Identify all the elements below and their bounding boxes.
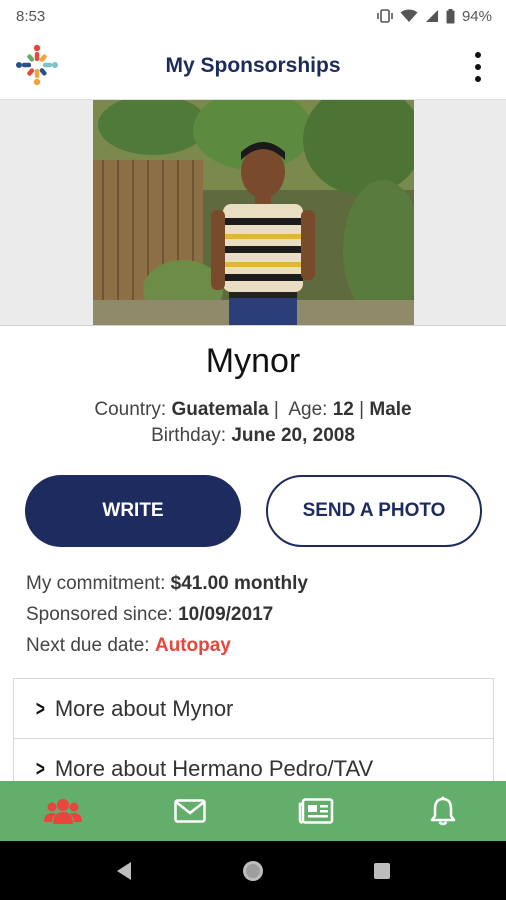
- signal-icon: [425, 9, 439, 23]
- next-due-value: Autopay: [154, 635, 231, 656]
- photo-area: [0, 100, 506, 326]
- child-photo: [93, 100, 414, 325]
- sponsored-since-label: Sponsored since:: [26, 604, 173, 625]
- battery-icon: [446, 8, 455, 24]
- vibrate-icon: [377, 9, 393, 23]
- commitment-line: My commitment: $41.00 monthly: [26, 573, 308, 595]
- send-photo-button[interactable]: SEND A PHOTO: [266, 475, 482, 547]
- home-icon[interactable]: [233, 851, 273, 891]
- app-bar: My Sponsorships: [0, 32, 506, 100]
- sponsorships-icon[interactable]: [33, 781, 93, 841]
- app-logo-icon: [12, 40, 62, 90]
- list-item-label: More about Hermano Pedro/TAV: [54, 755, 374, 781]
- news-icon[interactable]: [286, 781, 346, 841]
- overflow-menu-icon[interactable]: [466, 50, 490, 84]
- age-value: 12: [332, 399, 354, 420]
- commitment-value: $41.00 monthly: [170, 573, 308, 594]
- system-nav: [0, 841, 506, 900]
- sponsored-since-value: 10/09/2017: [178, 604, 274, 625]
- back-icon[interactable]: [104, 851, 144, 891]
- country-label: Country:: [94, 399, 167, 420]
- birthday-label: Birthday:: [151, 425, 227, 446]
- child-name: Mynor: [205, 342, 301, 380]
- country-value: Guatemala: [171, 399, 269, 420]
- commitment-label: My commitment:: [26, 573, 166, 594]
- recents-icon[interactable]: [362, 851, 402, 891]
- status-bar: 8:53 94%: [0, 0, 506, 32]
- chevron-right-icon: >: [35, 755, 45, 781]
- status-icons: 94%: [377, 8, 492, 25]
- gender-value: Male: [369, 399, 412, 420]
- birthday-value: June 20, 2008: [231, 425, 355, 446]
- list-item-label: More about Mynor: [54, 695, 234, 721]
- wifi-icon: [400, 9, 418, 23]
- chevron-right-icon: >: [35, 695, 45, 721]
- mail-icon[interactable]: [160, 781, 220, 841]
- birthday-line: Birthday: June 20, 2008: [0, 425, 506, 447]
- next-due-label: Next due date:: [26, 635, 150, 656]
- sponsored-since-line: Sponsored since: 10/09/2017: [26, 604, 273, 626]
- notifications-icon[interactable]: [413, 781, 473, 841]
- more-about-child-item[interactable]: > More about Mynor: [13, 678, 494, 738]
- status-time: 8:53: [16, 7, 46, 25]
- more-list: > More about Mynor > More about Hermano …: [13, 678, 494, 798]
- age-label: Age:: [288, 399, 328, 420]
- next-due-line: Next due date: Autopay: [26, 635, 231, 657]
- bottom-nav: [0, 781, 506, 841]
- write-button[interactable]: WRITE: [25, 475, 241, 547]
- page-title: My Sponsorships: [165, 53, 341, 77]
- child-details: Country: Guatemala | Age: 12 | Male: [94, 399, 412, 420]
- battery-percent: 94%: [461, 7, 492, 25]
